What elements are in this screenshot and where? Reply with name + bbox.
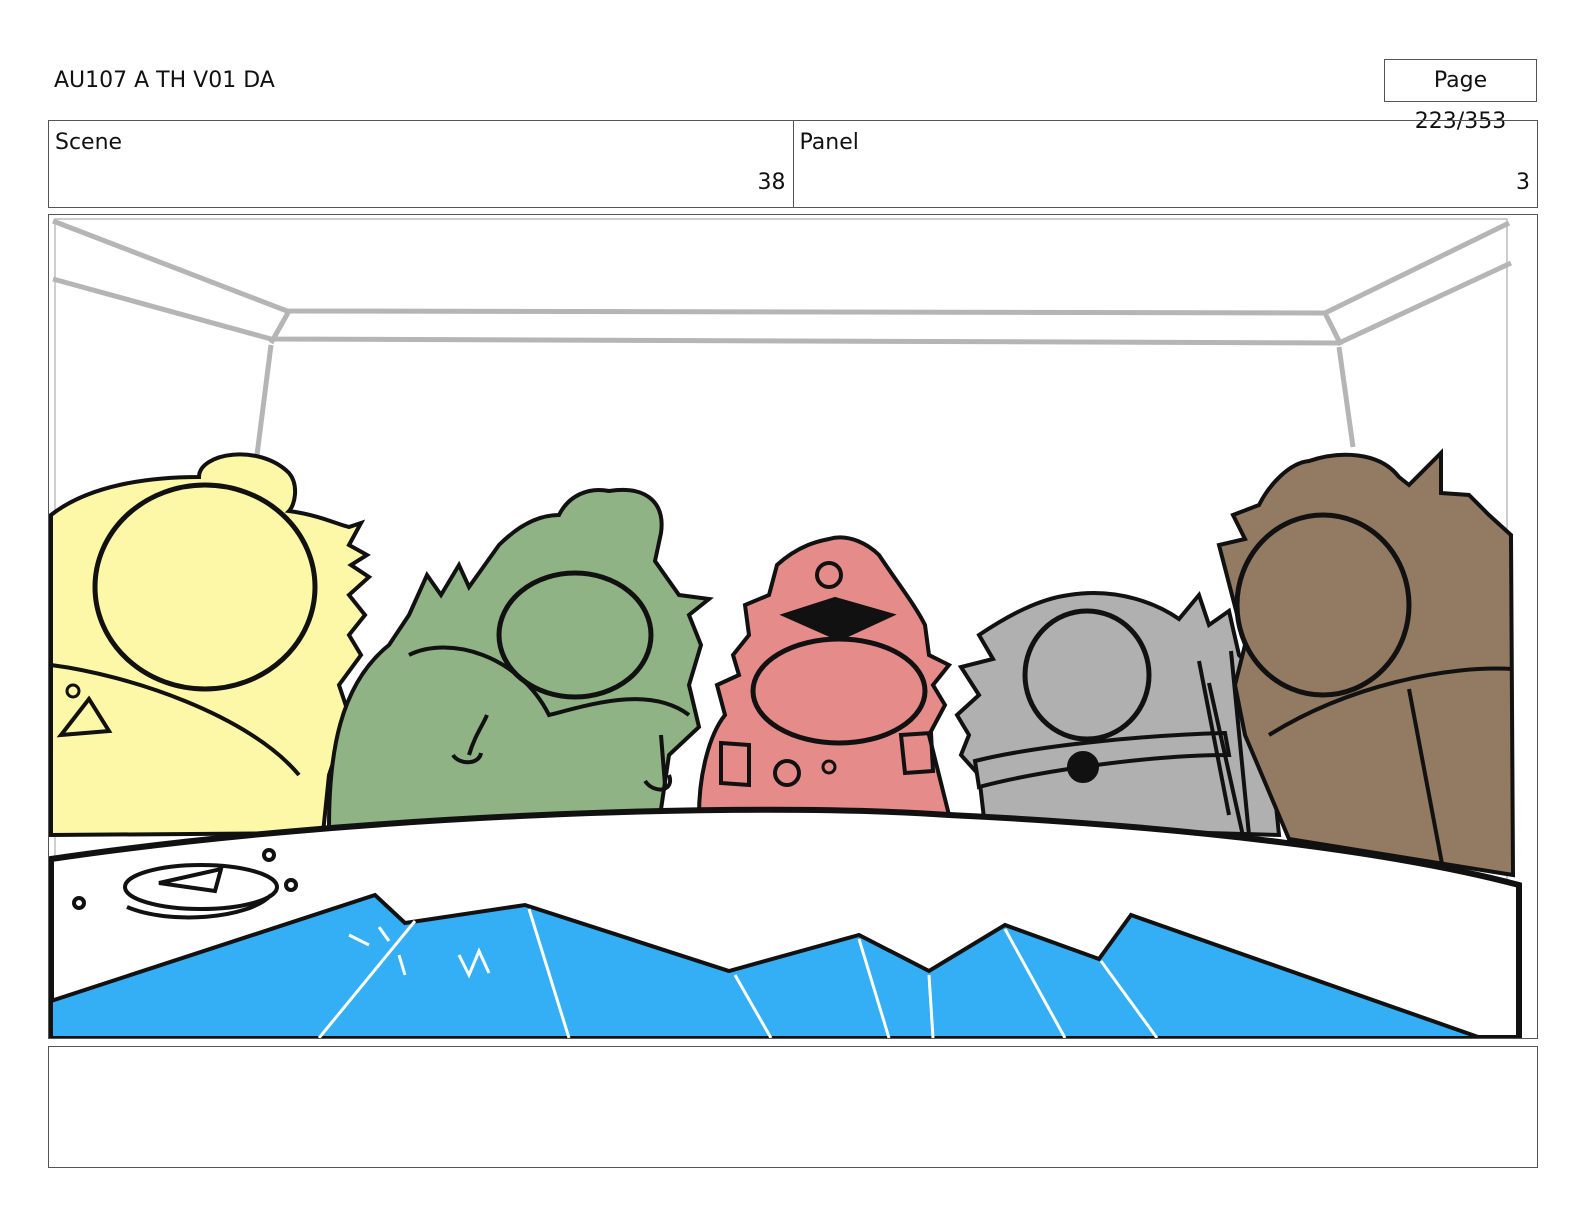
yellow-character <box>49 452 373 838</box>
storyboard-panel-frame <box>48 214 1538 1039</box>
storyboard-drawing <box>49 218 1522 1038</box>
document-title: AU107 A TH V01 DA <box>54 68 275 93</box>
scene-cell: Scene 38 <box>49 121 793 207</box>
ceiling-lines <box>52 218 1513 456</box>
page-number-badge: Page 223/353 <box>1384 59 1537 134</box>
scene-number: 38 <box>757 170 786 195</box>
panel-cell: Panel 3 <box>792 121 1538 207</box>
gray-character <box>954 590 1282 838</box>
scene-panel-info-table: Scene 38 Panel 3 <box>48 120 1538 208</box>
pink-character <box>696 535 953 817</box>
panel-number: 3 <box>1516 170 1530 195</box>
panel-label: Panel <box>799 130 859 155</box>
green-character <box>326 487 714 830</box>
scene-label: Scene <box>55 130 123 155</box>
panel-notes-box <box>48 1046 1538 1168</box>
